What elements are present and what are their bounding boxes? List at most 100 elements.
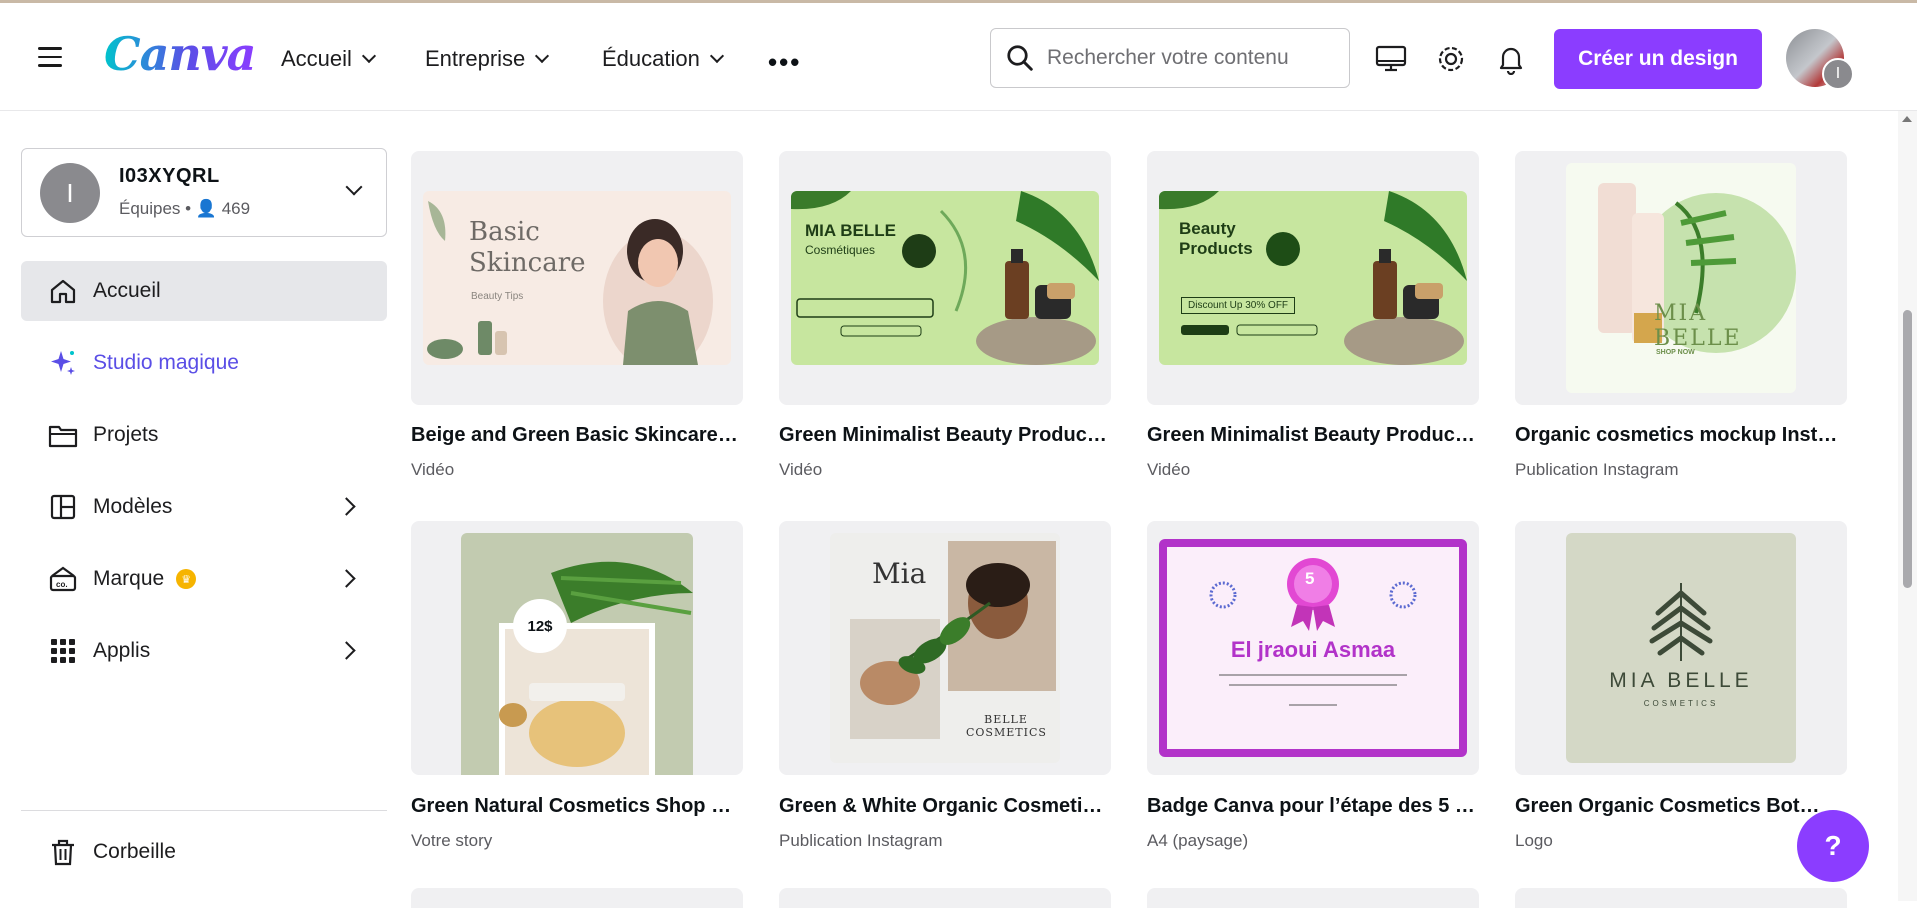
nav-accueil[interactable]: Accueil: [281, 46, 376, 72]
design-card[interactable]: Mia BELLE COSMETICS: [779, 521, 1111, 775]
thumbnail-subtitle: BELLE COSMETICS: [966, 713, 1047, 739]
design-thumbnail: MIA BELLE Cosmétiques: [791, 191, 1099, 365]
gear-icon[interactable]: [1434, 43, 1468, 75]
design-card[interactable]: MIA BELLE SHOP NOW: [1515, 151, 1847, 405]
search-icon: [1007, 45, 1033, 71]
card-type: Vidéo: [779, 460, 823, 479]
menu-icon[interactable]: [38, 47, 62, 67]
folder-icon: [47, 419, 79, 451]
nav-accueil-label: Accueil: [281, 46, 352, 71]
design-card-partial[interactable]: [1147, 888, 1479, 908]
desktop-app-icon[interactable]: [1374, 43, 1408, 75]
sidebar-item-marque[interactable]: co. Marque ♛: [21, 549, 387, 609]
cosmetics-mockup-illustration: [1598, 183, 1796, 353]
design-thumbnail: Basic Skincare Beauty Tips: [423, 191, 731, 365]
chevron-right-icon: [337, 569, 356, 588]
sidebar-item-label: Accueil: [93, 279, 161, 302]
thumbnail-subtitle: SHOP NOW: [1656, 349, 1695, 356]
chevron-down-icon: [361, 48, 376, 64]
card-title[interactable]: Green Minimalist Beauty Product Video: [1147, 424, 1479, 447]
card-title[interactable]: Green Minimalist Beauty Product Video: [779, 424, 1111, 447]
design-thumbnail: Mia BELLE COSMETICS: [830, 533, 1060, 763]
design-card[interactable]: 5 El jraoui Asmaa: [1147, 521, 1479, 775]
team-members: Équipes • 👤 469: [119, 199, 251, 218]
card-type: Publication Instagram: [779, 831, 943, 850]
design-card[interactable]: MIA BELLE Cosmétiques: [779, 151, 1111, 405]
thumbnail-title: Basic Skincare: [469, 217, 586, 278]
sidebar-item-label: Applis: [93, 639, 151, 662]
more-options-icon[interactable]: •••: [768, 47, 801, 78]
badge-number: 5: [1305, 569, 1315, 588]
palm-leaf-logo: [1649, 583, 1713, 661]
thumbnail-title: MIA BELLE: [805, 221, 896, 240]
sidebar-item-projets[interactable]: Projets: [21, 405, 387, 465]
design-card-partial[interactable]: [411, 888, 743, 908]
card-title[interactable]: Badge Canva pour l’étape des 5 designs: [1147, 795, 1479, 818]
nav-education-label: Éducation: [602, 46, 700, 71]
team-switcher[interactable]: I I03XYQRL Équipes • 👤 469: [21, 148, 387, 237]
card-type: Vidéo: [411, 460, 455, 479]
home-icon: [47, 275, 79, 307]
card-type: Logo: [1515, 831, 1553, 850]
card-title[interactable]: Beige and Green Basic Skincare Video: [411, 424, 743, 447]
avatar-initial-badge: I: [1822, 58, 1854, 90]
sidebar-divider: [21, 810, 387, 811]
sidebar-item-corbeille[interactable]: Corbeille: [21, 822, 387, 882]
card-title[interactable]: Organic cosmetics mockup Instagram Post: [1515, 424, 1847, 447]
design-card[interactable]: Basic Skincare Beauty Tips: [411, 151, 743, 405]
nav-entreprise-label: Entreprise: [425, 46, 526, 71]
nav-entreprise[interactable]: Entreprise: [425, 46, 550, 72]
chevron-down-icon: [709, 48, 724, 64]
team-name: I03XYQRL: [119, 165, 220, 187]
sidebar-item-studio-magique[interactable]: Studio magique: [21, 333, 387, 393]
create-design-button[interactable]: Créer un design: [1554, 29, 1762, 89]
design-card[interactable]: Beauty Products Discount Up 30% OFF: [1147, 151, 1479, 405]
chevron-right-icon: [337, 641, 356, 660]
sidebar-item-applis[interactable]: Applis: [21, 621, 387, 681]
thumbnail-subtitle: Discount Up 30% OFF: [1181, 297, 1296, 314]
bell-icon[interactable]: [1494, 43, 1528, 75]
card-title[interactable]: Green Organic Cosmetics Botanical Logo: [1515, 795, 1825, 818]
design-card[interactable]: MIA BELLE COSMETICS: [1515, 521, 1847, 775]
beauty-product-illustration: [791, 191, 1099, 365]
team-avatar: I: [40, 163, 100, 223]
chevron-down-icon: [535, 48, 550, 64]
beauty-product-illustration: [1159, 191, 1467, 365]
sidebar-item-label: Modèles: [93, 495, 173, 518]
design-thumbnail: MIA BELLE SHOP NOW: [1566, 163, 1796, 393]
trash-icon: [47, 836, 79, 868]
design-card-partial[interactable]: [1515, 888, 1847, 908]
card-type: Vidéo: [1147, 460, 1191, 479]
thumbnail-title: El jraoui Asmaa: [1230, 637, 1396, 662]
card-type: Votre story: [411, 831, 493, 850]
search-box[interactable]: [990, 28, 1350, 88]
card-title[interactable]: Green & White Organic Cosmetics Post: [779, 795, 1111, 818]
scrollbar-thumb[interactable]: [1903, 310, 1912, 588]
price-badge: 12$: [513, 599, 567, 653]
chevron-down-icon: [345, 178, 363, 196]
nav-education[interactable]: Éducation: [602, 46, 724, 72]
sidebar-item-label: Corbeille: [93, 840, 176, 863]
apps-grid-icon: [47, 635, 79, 667]
thumbnail-title: MIA BELLE: [1654, 301, 1742, 351]
design-card[interactable]: 12$: [411, 521, 743, 775]
scroll-up-arrow-icon[interactable]: [1902, 116, 1912, 122]
svg-text:co.: co.: [56, 580, 68, 589]
sidebar-item-label: Projets: [93, 423, 159, 446]
card-title[interactable]: Green Natural Cosmetics Shop Story: [411, 795, 743, 818]
help-button[interactable]: ?: [1797, 810, 1869, 882]
sidebar-item-modeles[interactable]: Modèles: [21, 477, 387, 537]
cosmetics-shop-illustration: [499, 561, 693, 775]
sidebar-item-label: Studio magique: [93, 351, 239, 374]
thumbnail-title: Mia: [872, 557, 927, 590]
design-card-partial[interactable]: [779, 888, 1111, 908]
thumbnail-subtitle: Beauty Tips: [471, 291, 524, 302]
thumbnail-title: MIA BELLE: [1609, 669, 1753, 692]
sidebar-item-accueil[interactable]: Accueil: [21, 261, 387, 321]
card-type: Publication Instagram: [1515, 460, 1679, 479]
thumbnail-subtitle: COSMETICS: [1643, 699, 1719, 708]
chevron-right-icon: [337, 497, 356, 516]
canva-logo[interactable]: Canva: [104, 27, 256, 81]
section-heading-peek: [430, 86, 470, 111]
search-input[interactable]: [1047, 46, 1307, 70]
